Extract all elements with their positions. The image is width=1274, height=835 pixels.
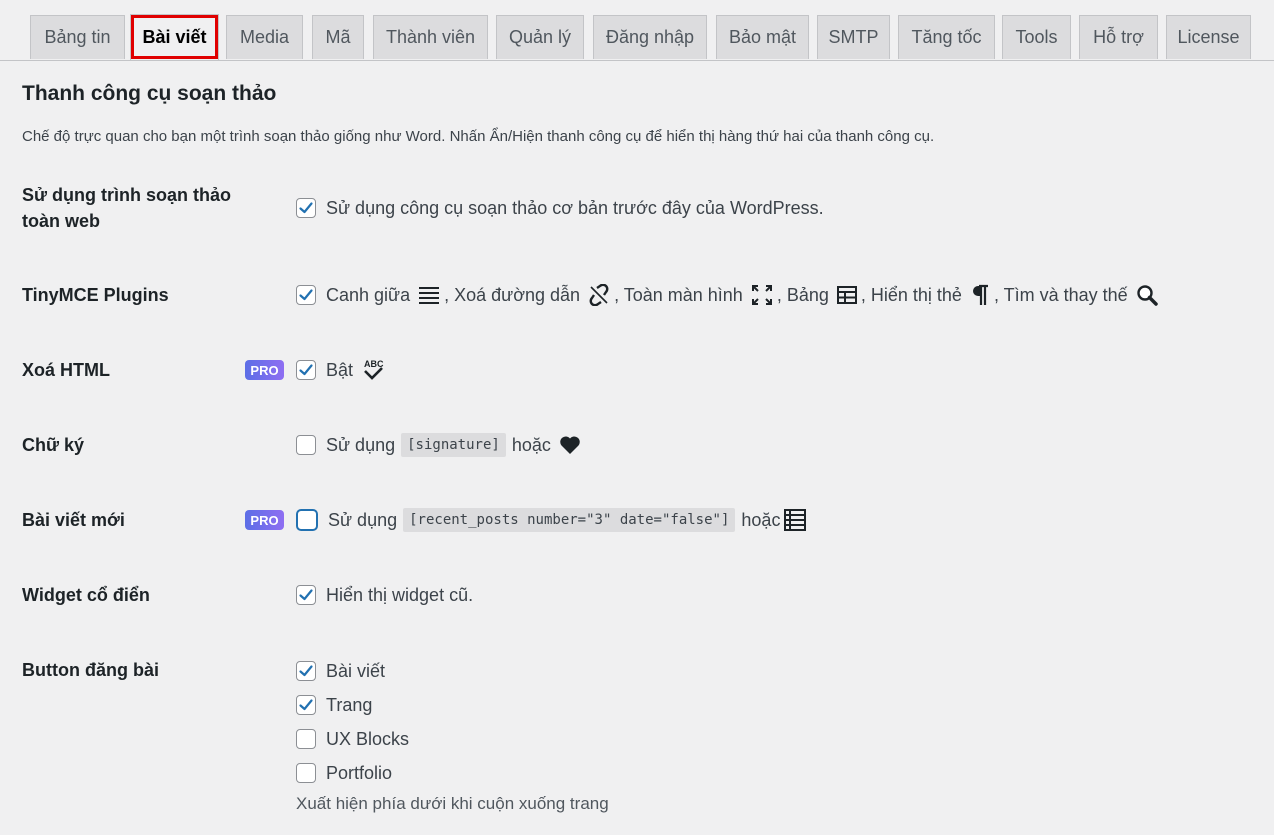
tab-label: Bảng tin [44, 27, 111, 47]
heart-icon [559, 435, 581, 455]
signature-option[interactable]: Sử dụng [signature] hoặc [296, 433, 585, 457]
post-button-option-portfolio[interactable]: Portfolio [296, 761, 392, 785]
clean-html-option[interactable]: Bật ABC [296, 358, 389, 382]
clean-html-option-text: Bật [326, 359, 354, 380]
pro-badge: PRO [245, 510, 284, 530]
signature-prefix-text: Sử dụng [326, 434, 396, 455]
signature-suffix-text: hoặc [511, 434, 551, 455]
tab-bai-viet[interactable]: Bài viết [130, 14, 219, 60]
pro-badge: PRO [245, 360, 284, 380]
section-description: Chế độ trực quan cho bạn một trình soạn … [22, 128, 935, 145]
tab-label: Đăng nhập [605, 27, 695, 47]
tinymce-fullscreen-text: , Toàn màn hình [614, 284, 743, 305]
post-button-page-checkbox[interactable] [296, 695, 316, 715]
tinymce-center-text: Canh giữa [326, 284, 411, 305]
section-title: Thanh công cụ soạn thảo [22, 82, 277, 105]
tab-quan-ly[interactable]: Quản lý [496, 15, 584, 59]
tab-bang-tin[interactable]: Bảng tin [30, 15, 125, 59]
tab-label: Tăng tốc [911, 27, 982, 47]
unlink-icon [588, 284, 610, 306]
classic-editor-label: Sử dụng trình soạn thảo toàn web [22, 185, 232, 231]
tinymce-label: TinyMCE Plugins [22, 285, 169, 305]
list-view-icon [784, 509, 807, 531]
align-center-icon [418, 286, 440, 304]
classic-widget-option[interactable]: Hiển thị widget cũ. [296, 583, 473, 607]
post-button-ux-blocks-checkbox[interactable] [296, 729, 316, 749]
post-button-option-post[interactable]: Bài viết [296, 659, 385, 683]
classic-editor-checkbox[interactable] [296, 198, 316, 218]
tinymce-visualblocks-text: , Hiển thị thẻ [860, 284, 962, 305]
tinymce-searchreplace-text: , Tìm và thay thế [993, 284, 1128, 305]
tab-bao-mat[interactable]: Bảo mật [716, 15, 809, 59]
signature-shortcode: [signature] [401, 433, 506, 457]
tab-label: Thành viên [385, 27, 476, 47]
clean-html-label: Xoá HTML [22, 360, 110, 380]
spellcheck-icon: ABC [361, 358, 385, 382]
post-button-page-text: Trang [326, 694, 373, 715]
tab-license[interactable]: License [1166, 15, 1251, 59]
classic-widget-label: Widget cổ điển [22, 585, 150, 605]
tab-label: Media [239, 27, 290, 47]
tab-dang-nhap[interactable]: Đăng nhập [593, 15, 707, 59]
tab-tang-toc[interactable]: Tăng tốc [898, 15, 995, 59]
recent-posts-label: Bài viết mới [22, 510, 125, 530]
post-button-label: Button đăng bài [22, 660, 159, 680]
classic-widget-checkbox[interactable] [296, 585, 316, 605]
fullscreen-icon [751, 284, 773, 306]
clean-html-checkbox[interactable] [296, 360, 316, 380]
tinymce-table-text: , Bảng [776, 284, 829, 305]
classic-editor-option[interactable]: Sử dụng công cụ soạn thảo cơ bản trước đ… [296, 196, 824, 220]
tinymce-unlink-text: , Xoá đường dẫn [444, 284, 581, 305]
tab-label: Quản lý [508, 27, 572, 47]
classic-widget-option-text: Hiển thị widget cũ. [326, 584, 474, 605]
tab-label: Tools [1015, 27, 1058, 47]
post-button-portfolio-checkbox[interactable] [296, 763, 316, 783]
recent-posts-prefix-text: Sử dụng [328, 509, 398, 530]
recent-posts-suffix-text: hoặc [741, 509, 781, 530]
tab-label: License [1177, 27, 1240, 47]
tab-tools[interactable]: Tools [1002, 15, 1071, 59]
signature-label: Chữ ký [22, 435, 85, 455]
recent-posts-option[interactable]: Sử dụng [recent_posts number="3" date="f… [296, 508, 810, 532]
post-button-note: Xuất hiện phía dưới khi cuộn xuống trang [296, 794, 609, 813]
recent-posts-checkbox[interactable] [296, 509, 318, 531]
tab-highlight-box [131, 15, 218, 59]
recent-posts-shortcode: [recent_posts number="3" date="false"] [403, 508, 736, 532]
tab-media[interactable]: Media [226, 15, 303, 59]
search-icon [1136, 284, 1158, 306]
signature-checkbox[interactable] [296, 435, 316, 455]
tab-ho-tro[interactable]: Hỗ trợ [1079, 15, 1158, 59]
table-icon [836, 286, 857, 304]
tinymce-checkbox[interactable] [296, 285, 316, 305]
tab-label: Bảo mật [728, 27, 797, 47]
post-button-ux-blocks-text: UX Blocks [326, 728, 410, 749]
paragraph-icon [970, 284, 990, 306]
post-button-post-checkbox[interactable] [296, 661, 316, 681]
classic-editor-option-text: Sử dụng công cụ soạn thảo cơ bản trước đ… [326, 197, 824, 218]
settings-tabs: Bảng tin Bài viết Media Mã Thành viên Qu… [0, 0, 1274, 61]
tab-label: Hỗ trợ [1093, 27, 1144, 47]
post-button-option-page[interactable]: Trang [296, 693, 372, 717]
tab-label: SMTP [828, 27, 879, 47]
tab-thanh-vien[interactable]: Thành viên [373, 15, 488, 59]
tab-ma[interactable]: Mã [312, 15, 364, 59]
tab-label: Mã [325, 27, 351, 47]
post-button-post-text: Bài viết [326, 660, 386, 681]
tab-smtp[interactable]: SMTP [817, 15, 890, 59]
post-button-portfolio-text: Portfolio [326, 762, 393, 783]
post-button-option-ux-blocks[interactable]: UX Blocks [296, 727, 409, 751]
tinymce-option[interactable]: Canh giữa , Xoá đường dẫn , Toàn màn hìn… [296, 283, 1162, 307]
